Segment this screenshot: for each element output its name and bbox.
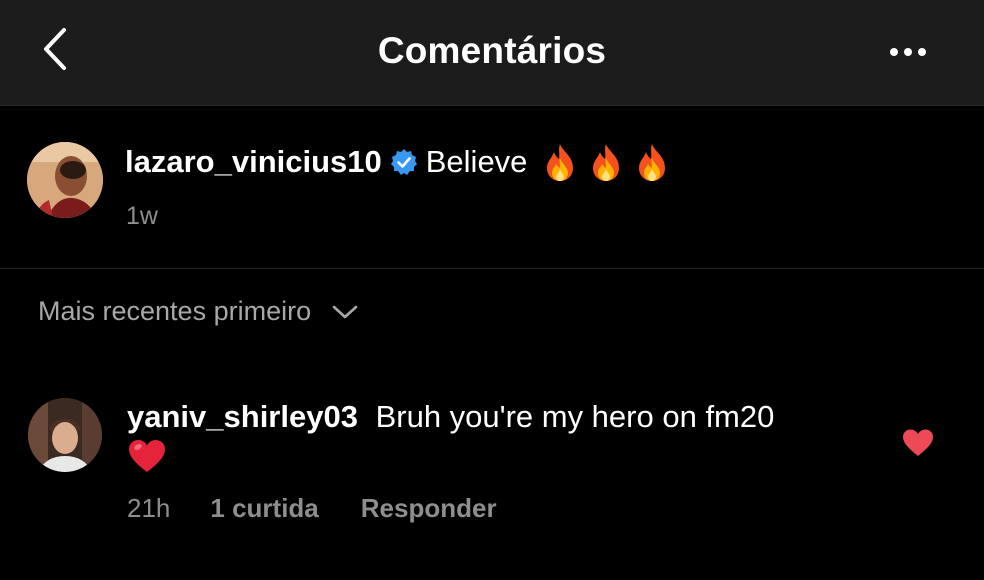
comment-text-line: yaniv_shirley03 Bruh you're my hero on f…: [127, 397, 774, 437]
profile-photo: [27, 142, 103, 218]
chevron-down-icon: [332, 305, 358, 318]
profile-photo: [28, 398, 102, 472]
comment-item: yaniv_shirley03 Bruh you're my hero on f…: [0, 380, 984, 540]
like-button[interactable]: [901, 428, 935, 458]
verified-badge-icon: [390, 149, 417, 175]
avatar[interactable]: [28, 398, 102, 472]
caption-line: lazaro_vinicius10 Believe: [125, 142, 669, 182]
comment-text: Bruh you're my hero on fm20: [375, 399, 775, 434]
caption-timestamp: 1w: [126, 202, 158, 230]
top-bar: Comentários: [0, 0, 984, 106]
emoji-group: [543, 142, 669, 182]
reply-button[interactable]: Responder: [361, 493, 497, 524]
fire-emoji-icon: [639, 144, 666, 181]
page-title: Comentários: [377, 30, 607, 71]
heart-filled-icon: [903, 429, 933, 456]
sort-label: Mais recentes primeiro: [38, 296, 312, 326]
fire-emoji-icon: [593, 144, 620, 181]
post-caption: lazaro_vinicius10 Believe 1w: [0, 106, 984, 269]
likes-count-button[interactable]: 1 curtida: [210, 493, 318, 524]
comment-username[interactable]: yaniv_shirley03: [127, 399, 358, 434]
caption-username[interactable]: lazaro_vinicius10: [125, 142, 382, 182]
more-options-button[interactable]: [886, 38, 930, 66]
fire-emoji-icon: [547, 144, 574, 181]
sort-selector[interactable]: Mais recentes primeiro: [38, 296, 359, 327]
red-heart-emoji-icon: [129, 440, 165, 472]
comment-meta: 21h 1 curtida Responder: [127, 493, 497, 524]
comments-screen: Comentários lazaro_vinicius10 Believe 1w…: [0, 0, 984, 580]
caption-text: Believe: [425, 144, 528, 179]
comment-timestamp: 21h: [127, 493, 171, 523]
more-horizontal-icon: [890, 48, 926, 56]
comment-emoji-line: [127, 436, 167, 476]
avatar[interactable]: [27, 142, 103, 218]
